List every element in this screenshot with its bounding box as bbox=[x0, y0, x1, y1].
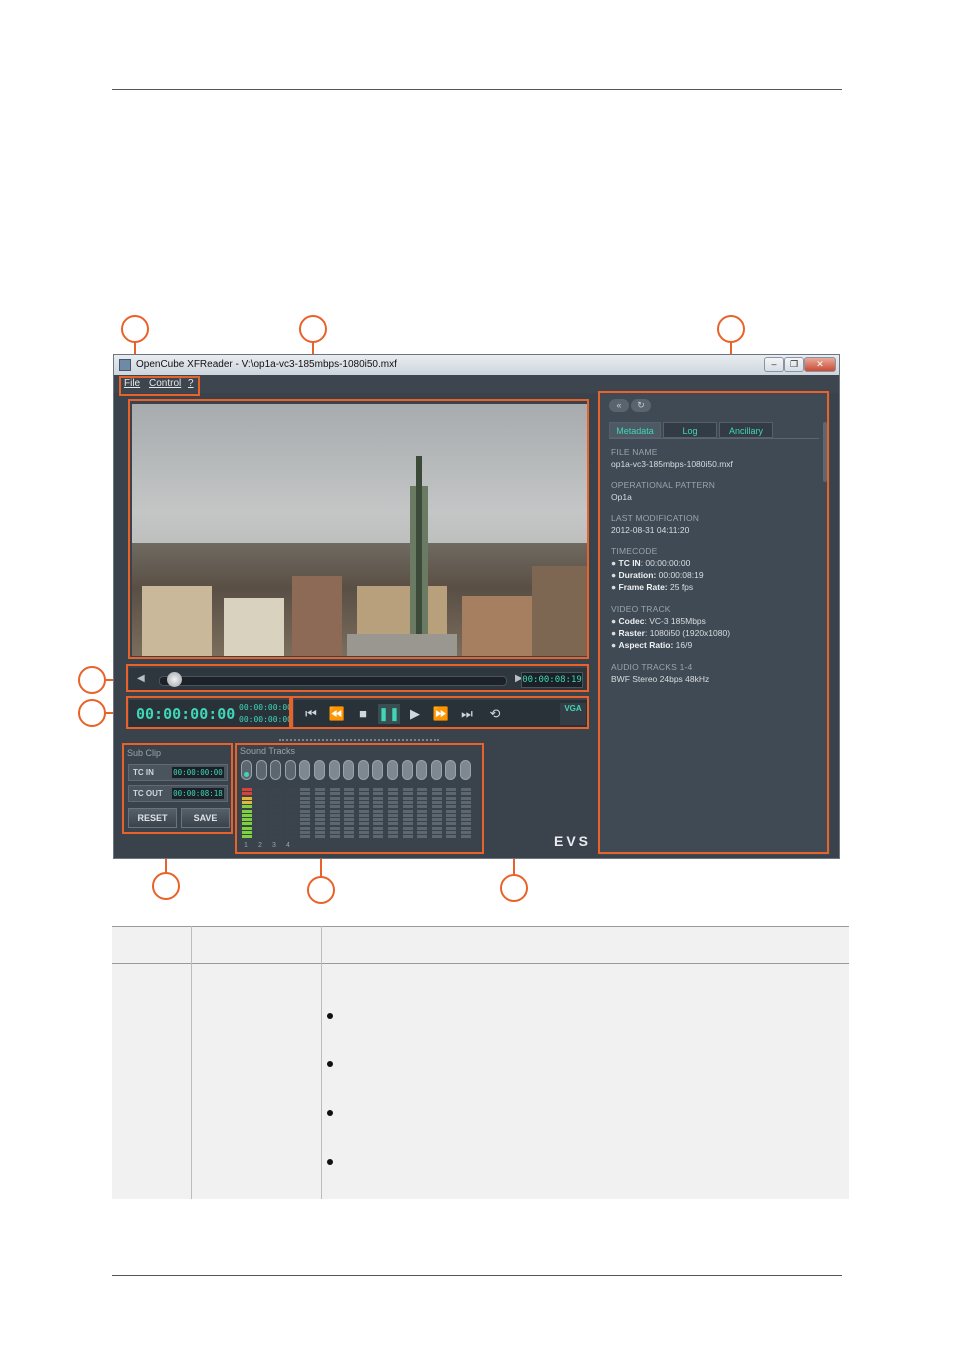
callout-6 bbox=[152, 872, 180, 900]
description-table bbox=[112, 926, 849, 1199]
callout-7 bbox=[307, 876, 335, 904]
maximize-button[interactable]: ❐ bbox=[784, 357, 804, 372]
highlight-transport bbox=[291, 696, 589, 729]
callout-8 bbox=[500, 874, 528, 902]
title-bar: OpenCube XFReader - V:\op1a-vc3-185mbps-… bbox=[114, 355, 839, 375]
header-rule bbox=[112, 89, 842, 90]
close-button[interactable]: ✕ bbox=[804, 357, 836, 372]
minimize-button[interactable]: – bbox=[764, 357, 784, 372]
callout-5 bbox=[78, 699, 106, 727]
highlight-video bbox=[128, 399, 589, 659]
table-body-row bbox=[112, 964, 849, 1199]
highlight-seekbar bbox=[126, 664, 589, 692]
callout-2 bbox=[299, 315, 327, 343]
callout-3 bbox=[717, 315, 745, 343]
callout-4 bbox=[78, 666, 106, 694]
bullet bbox=[327, 1061, 333, 1067]
table-col-divider bbox=[191, 926, 192, 1199]
table-col-divider bbox=[321, 926, 322, 1199]
highlight-menu bbox=[119, 376, 200, 396]
bullet bbox=[327, 1159, 333, 1165]
bullet bbox=[327, 1110, 333, 1116]
highlight-timecode bbox=[126, 696, 291, 729]
footer-rule bbox=[112, 1275, 842, 1276]
highlight-sound-tracks bbox=[235, 743, 484, 854]
bullet bbox=[327, 1013, 333, 1019]
highlight-metadata bbox=[598, 391, 829, 854]
callout-1 bbox=[121, 315, 149, 343]
window-title: OpenCube XFReader - V:\op1a-vc3-185mbps-… bbox=[136, 359, 397, 370]
table-header-row bbox=[112, 926, 849, 964]
evs-logo: EVS bbox=[554, 833, 592, 849]
highlight-subclip bbox=[122, 743, 233, 834]
app-icon bbox=[119, 359, 131, 371]
